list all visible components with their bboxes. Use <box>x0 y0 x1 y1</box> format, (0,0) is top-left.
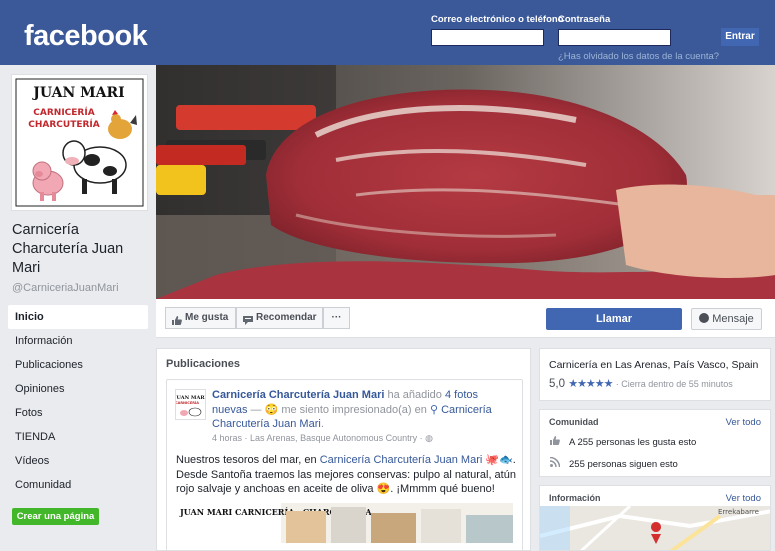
nav-item-fotos[interactable]: Fotos <box>8 401 148 425</box>
password-label: Contraseña <box>558 14 611 25</box>
posts-title[interactable]: Publicaciones <box>166 358 240 370</box>
rating-row[interactable]: 5,0 ★★★★★ · Cierra dentro de 55 minutos <box>549 377 733 390</box>
nav-item-videos[interactable]: Vídeos <box>8 449 148 473</box>
logo-line2: CHARCUTERÍA <box>28 118 100 130</box>
password-field[interactable] <box>558 29 671 46</box>
recommend-label: Recomendar <box>256 312 317 323</box>
rss-follow-icon <box>549 456 561 470</box>
top-bar: facebook Correo electrónico o teléfono C… <box>0 0 775 65</box>
post-header: Carnicería Charcutería Juan Mari ha añad… <box>212 388 512 432</box>
community-title: Comunidad <box>549 417 599 427</box>
rating-stars-icon: ★★★★★ <box>568 378 613 390</box>
thumbs-up-icon <box>549 436 561 448</box>
followers-count-row[interactable]: 255 personas siguen esto <box>549 456 678 470</box>
email-label: Correo electrónico o teléfono <box>431 14 564 25</box>
community-see-all-link[interactable]: Ver todo <box>726 417 761 428</box>
logo-line1: CARNICERÍA <box>33 106 94 118</box>
page-navigation: Inicio Información Publicaciones Opinion… <box>8 305 148 497</box>
location-map[interactable]: Errekabarre <box>540 504 770 550</box>
message-button[interactable]: Mensaje <box>691 308 762 330</box>
likes-count: A 255 personas les gusta esto <box>569 437 697 448</box>
community-card: Comunidad Ver todo A 255 personas les gu… <box>539 409 771 477</box>
nav-item-tienda[interactable]: TIENDA <box>8 425 148 449</box>
post-text-page-link[interactable]: Carnicería Charcutería Juan Mari <box>320 454 483 466</box>
post-text-emojis: 🐙🐟. <box>482 454 516 466</box>
post-author-avatar[interactable]: JUAN MARI CARNICERÍA <box>173 389 207 420</box>
like-label: Me gusta <box>185 312 229 323</box>
post-text-prefix: Nuestros tesoros del mar, en <box>176 454 320 466</box>
page-info-card: Carnicería en Las Arenas, País Vasco, Sp… <box>539 348 771 401</box>
forgot-account-link[interactable]: ¿Has olvidado los datos de la cuenta? <box>558 51 719 62</box>
nav-item-comunidad[interactable]: Comunidad <box>8 473 148 497</box>
post-photo[interactable]: JUAN MARI CARNICERÍA · CHARCUTERÍA <box>176 503 513 543</box>
post-author-link[interactable]: Carnicería Charcutería Juan Mari <box>212 389 384 401</box>
post-meta: 4 horas · Las Arenas, Basque Autonomous … <box>212 433 433 443</box>
logo-title: JUAN MARI <box>31 85 124 101</box>
post-time[interactable]: 4 horas <box>212 433 242 443</box>
rating-value: 5,0 <box>549 378 565 390</box>
likes-count-row[interactable]: A 255 personas les gusta esto <box>549 436 696 448</box>
post-action-text: ha añadido <box>384 389 445 401</box>
recommend-button[interactable]: Recomendar <box>236 307 323 329</box>
nav-item-informacion[interactable]: Información <box>8 329 148 353</box>
map-label: Errekabarre <box>718 508 759 516</box>
nav-item-inicio[interactable]: Inicio <box>8 305 148 329</box>
information-see-all-link[interactable]: Ver todo <box>726 493 761 504</box>
post-text-body: Desde Santoña traemos las mejores conser… <box>176 468 516 496</box>
thumbs-up-icon <box>172 313 182 325</box>
information-card: Información Ver todo Errekabarre <box>539 485 771 551</box>
like-page-button[interactable]: Me gusta <box>165 307 236 329</box>
messenger-icon <box>699 313 710 324</box>
post-card: JUAN MARI CARNICERÍA Carnicería Charcute… <box>166 379 523 551</box>
page-actions-bar: Me gusta Recomendar ··· Llamar Mensaje <box>156 299 775 338</box>
post-place[interactable]: Las Arenas, Basque Autonomous Country <box>250 433 417 443</box>
email-field[interactable] <box>431 29 544 46</box>
profile-picture[interactable]: JUAN MARI CARNICERÍA CHARCUTERÍA <box>11 74 148 211</box>
login-button[interactable]: Entrar <box>721 28 759 46</box>
nav-item-publicaciones[interactable]: Publicaciones <box>8 353 148 377</box>
call-button[interactable]: Llamar <box>546 308 682 330</box>
information-title: Información <box>549 493 601 503</box>
nav-item-opiniones[interactable]: Opiniones <box>8 377 148 401</box>
posts-panel: Publicaciones JUAN MARI CARNICERÍA Carni… <box>156 348 531 551</box>
svg-text:CARNICERÍA: CARNICERÍA <box>176 400 199 405</box>
message-label: Mensaje <box>712 313 754 325</box>
post-header-period: . <box>320 418 324 430</box>
more-options-button[interactable]: ··· <box>323 307 350 329</box>
post-body: Nuestros tesoros del mar, en Carnicería … <box>176 453 516 497</box>
post-feeling-text: — 😳 me siento impresionado(a) en <box>247 403 430 416</box>
cover-photo[interactable] <box>156 65 775 299</box>
location-pin-icon: ⚲ <box>429 403 442 416</box>
opening-status: · Cierra dentro de 55 minutos <box>615 379 733 389</box>
facebook-logo[interactable]: facebook <box>24 20 148 53</box>
comment-icon <box>243 313 253 325</box>
page-name[interactable]: Carnicería Charcutería Juan Mari <box>12 221 152 278</box>
followers-count: 255 personas siguen esto <box>569 459 678 470</box>
globe-icon: ◍ <box>425 433 433 443</box>
page-category[interactable]: Carnicería en Las Arenas, País Vasco, Sp… <box>549 359 758 371</box>
page-handle[interactable]: @CarniceriaJuanMari <box>12 282 119 294</box>
create-page-button[interactable]: Crear una página <box>12 508 99 525</box>
